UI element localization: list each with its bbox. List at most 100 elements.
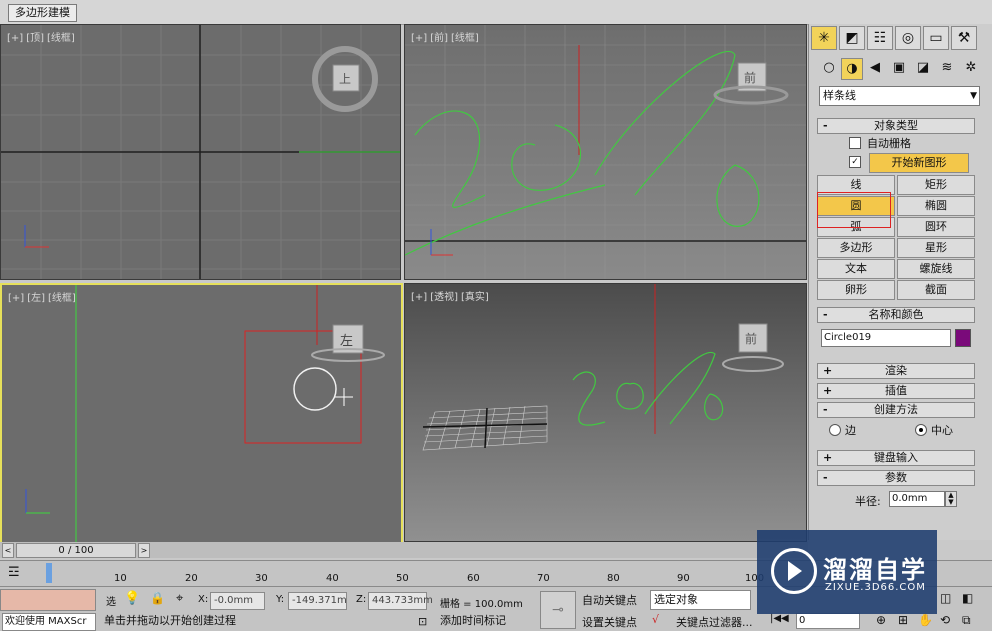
utilities-tab-icon[interactable]: ⚒ [951, 26, 977, 50]
grid-size-label: 栅格 = 100.0mm [440, 599, 523, 610]
curve-editor-icon[interactable]: ☲ [8, 565, 30, 583]
cameras-icon[interactable]: ▣ [889, 58, 909, 78]
geometry-icon[interactable]: ○ [819, 58, 839, 78]
ribbon-tab-poly-modeling[interactable]: 多边形建模 [8, 4, 77, 22]
egg-button[interactable]: 卵形 [817, 280, 895, 300]
donut-button[interactable]: 圆环 [897, 217, 975, 237]
edge-radio[interactable] [829, 424, 841, 436]
prev-frame-icon[interactable]: < [2, 543, 14, 558]
helix-button[interactable]: 螺旋线 [897, 259, 975, 279]
create-tab-icon[interactable]: ✳ [811, 26, 837, 50]
z-label: Z: [356, 594, 367, 605]
viewport-top[interactable]: [+] [顶] [线框] 上 [0, 24, 401, 280]
star-button[interactable]: 星形 [897, 238, 975, 258]
rollout-parameters[interactable]: - 参数 [817, 470, 975, 486]
key-filter-icon[interactable]: √ [652, 613, 659, 626]
category-dropdown[interactable]: 样条线 ▼ [819, 86, 980, 106]
goto-start-icon[interactable]: |◀◀ [770, 613, 789, 624]
zoom-icon[interactable]: ⊕ [876, 613, 886, 627]
object-name-input[interactable]: Circle019 [821, 329, 951, 347]
time-tag-icon[interactable]: ⊡ [418, 615, 427, 628]
object-color-swatch[interactable] [955, 329, 971, 347]
z-coordinate-field[interactable]: 443.733mm [368, 592, 433, 610]
timeline-tick: 80 [607, 573, 620, 584]
timeline-tick: 70 [537, 573, 550, 584]
rectangle-button[interactable]: 矩形 [897, 175, 975, 195]
viewcube-label[interactable]: 前 [744, 69, 756, 86]
time-marker[interactable] [46, 563, 52, 583]
auto-key-button[interactable]: 自动关键点 [582, 592, 637, 608]
start-new-shape-checkbox[interactable]: ✓ [849, 156, 861, 168]
radius-spinner[interactable]: ▲ ▼ [945, 491, 957, 507]
rollout-title: 插值 [885, 384, 907, 397]
viewport-front[interactable]: [+] [前] [线框] 前 [404, 24, 807, 280]
rollout-object-type[interactable]: - 对象类型 [817, 118, 975, 134]
viewport-left[interactable]: [+] [左] [线框] 左 [0, 283, 403, 544]
maxscript-listener[interactable] [0, 589, 96, 611]
rollout-creation-method[interactable]: - 创建方法 [817, 402, 975, 418]
pan-icon[interactable]: ✋ [918, 613, 933, 627]
display-tab-icon[interactable]: ▭ [923, 26, 949, 50]
rollout-title: 键盘输入 [874, 451, 918, 464]
text-button[interactable]: 文本 [817, 259, 895, 279]
y-coordinate-field[interactable]: -149.371m [288, 592, 347, 610]
zoom-all-icon[interactable]: ⊞ [898, 613, 908, 627]
rollout-title: 渲染 [885, 364, 907, 377]
maximize-viewport-icon[interactable]: ⧉ [962, 613, 971, 628]
rollout-title: 对象类型 [874, 119, 918, 132]
add-time-tag-button[interactable]: 添加时间标记 [440, 613, 506, 629]
x-label: X: [198, 594, 209, 605]
center-radio[interactable] [915, 424, 927, 436]
top-grid [1, 25, 400, 279]
start-new-shape-button[interactable]: 开始新图形 [869, 153, 969, 173]
orbit-icon[interactable]: ⟲ [940, 613, 950, 627]
key-filters-button[interactable]: 关键点过滤器... [676, 614, 753, 630]
viewport-perspective[interactable]: [+] [透视] [真实] 前 [404, 283, 807, 542]
set-key-icon[interactable]: ⊸ [540, 591, 576, 629]
zoom-extents-icon[interactable]: ◫ [940, 591, 951, 605]
set-key-button[interactable]: 设置关键点 [582, 614, 637, 630]
isolate-icon[interactable]: 💡 [124, 591, 140, 606]
next-frame-icon[interactable]: > [138, 543, 150, 558]
radius-input[interactable]: 0.0mm [889, 491, 945, 507]
auto-grid-checkbox[interactable] [849, 137, 861, 149]
rollout-interpolation[interactable]: + 插值 [817, 383, 975, 399]
section-button[interactable]: 截面 [897, 280, 975, 300]
selection-lock-icon[interactable]: 选 [106, 593, 116, 608]
rollout-name-color[interactable]: - 名称和颜色 [817, 307, 975, 323]
lights-icon[interactable]: ◀ [865, 58, 885, 78]
rollout-keyboard-entry[interactable]: + 键盘输入 [817, 450, 975, 466]
viewcube-label[interactable]: 左 [340, 330, 353, 349]
timeline-tick: 50 [396, 573, 409, 584]
systems-icon[interactable]: ✲ [961, 58, 981, 78]
watermark-title: 溜溜自学 [823, 556, 927, 584]
ellipse-button[interactable]: 椭圆 [897, 196, 975, 216]
modify-tab-icon[interactable]: ◩ [839, 26, 865, 50]
time-slider[interactable]: < 0 / 100 > [0, 542, 808, 558]
space-warps-icon[interactable]: ≋ [937, 58, 957, 78]
helpers-icon[interactable]: ◪ [913, 58, 933, 78]
rollout-rendering[interactable]: + 渲染 [817, 363, 975, 379]
x-coordinate-field[interactable]: -0.0mm [210, 592, 265, 610]
motion-tab-icon[interactable]: ◎ [895, 26, 921, 50]
hierarchy-tab-icon[interactable]: ☷ [867, 26, 893, 50]
chevron-down-icon: ▼ [970, 91, 977, 101]
current-frame-field[interactable]: 0 [796, 613, 860, 629]
viewcube-label[interactable]: 前 [745, 330, 757, 347]
ribbon: 多边形建模 [0, 0, 992, 25]
edge-label: 边 [845, 424, 856, 437]
maxscript-mini-listener[interactable]: 欢迎使用 MAXScr [2, 613, 96, 631]
time-slider-thumb[interactable]: 0 / 100 [16, 543, 136, 558]
viewcube-label[interactable]: 上 [339, 70, 351, 87]
rollout-title: 名称和颜色 [868, 308, 924, 321]
zoom-extents-all-icon[interactable]: ◧ [962, 591, 973, 605]
play-logo-icon [771, 548, 817, 594]
highlight-box [817, 192, 891, 228]
absolute-mode-icon[interactable]: ⌖ [176, 591, 183, 606]
ngon-button[interactable]: 多边形 [817, 238, 895, 258]
timeline-tick: 90 [677, 573, 690, 584]
rollout-title: 参数 [885, 471, 907, 484]
shapes-icon[interactable]: ◑ [841, 58, 863, 80]
key-selection-dropdown[interactable]: 选定对象 [650, 590, 751, 610]
lock-icon[interactable]: 🔒 [150, 591, 165, 605]
